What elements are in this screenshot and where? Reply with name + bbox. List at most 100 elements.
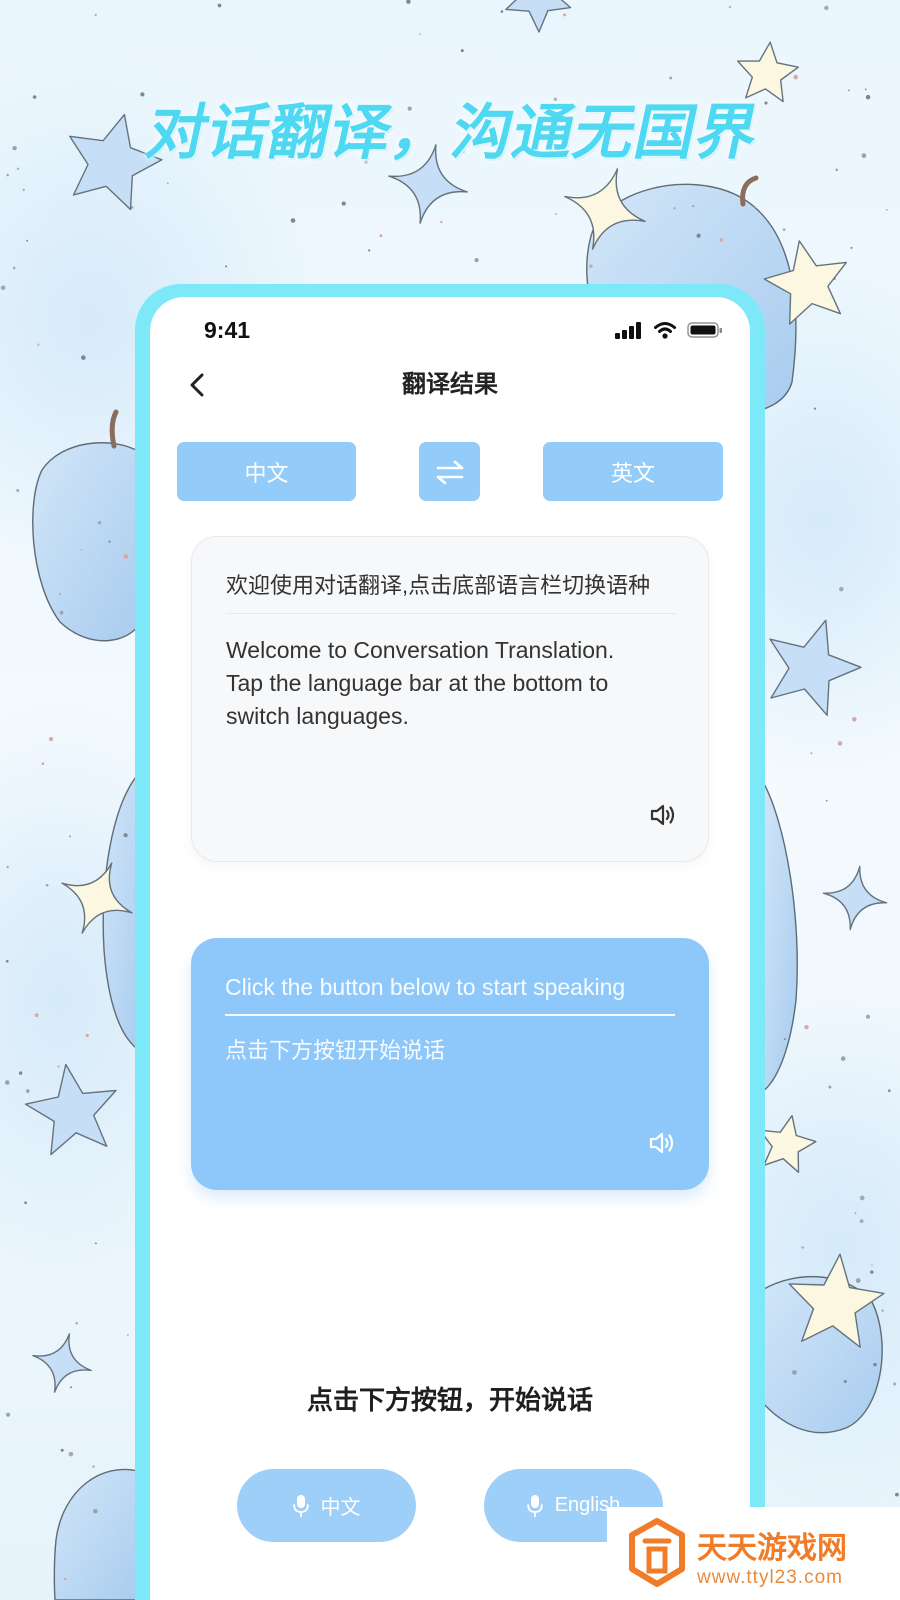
- target-language-button[interactable]: 英文: [543, 442, 723, 501]
- translation-result-card: 欢迎使用对话翻译,点击底部语言栏切换语种 Welcome to Conversa…: [191, 536, 709, 862]
- speckle-dot: [69, 835, 71, 838]
- speckle-dot: [26, 239, 29, 242]
- battery-icon: [687, 322, 722, 338]
- speckle-dot: [127, 1334, 129, 1336]
- speaker-icon[interactable]: [648, 1130, 676, 1156]
- speckle-dot: [58, 593, 61, 596]
- speckle-dot: [854, 1212, 857, 1215]
- signal-icon: [615, 322, 641, 339]
- speckle-dot: [34, 1013, 39, 1018]
- speckle-dot: [5, 959, 9, 963]
- speckle-dot: [80, 548, 83, 551]
- speckle-dot: [783, 1038, 786, 1040]
- speckle-dot: [824, 5, 829, 11]
- mic-button-chinese[interactable]: 中文: [237, 1469, 416, 1542]
- speckle-dot: [840, 1056, 846, 1061]
- speckle-dot: [123, 833, 128, 838]
- speak-prompt: 点击下方按钮，开始说话: [306, 1385, 593, 1415]
- speckle-dot: [589, 264, 593, 269]
- speaker-icon[interactable]: [649, 802, 677, 828]
- speckle-dot: [368, 249, 371, 252]
- speckle-dot: [93, 1508, 98, 1514]
- wifi-icon: [654, 322, 676, 339]
- status-icons: [615, 321, 723, 339]
- speckle-dot: [673, 207, 676, 210]
- speech-input-card: Click the button below to start speaking…: [191, 938, 709, 1190]
- watermark-name: 天天游戏网: [697, 1532, 847, 1565]
- speckle-dot: [18, 1071, 23, 1075]
- speckle-dot: [75, 1321, 78, 1325]
- speckle-dot: [92, 1465, 95, 1468]
- speckle-dot: [719, 238, 724, 242]
- speckle-dot: [865, 94, 871, 100]
- speckle-dot: [94, 1242, 97, 1245]
- speckle-dot: [474, 258, 479, 263]
- speckle-dot: [810, 752, 813, 755]
- speckle-dot: [885, 209, 888, 211]
- speckle-dot: [754, 206, 757, 209]
- card-divider: [226, 613, 676, 614]
- speckle-dot: [865, 1014, 871, 1019]
- speckle-dot: [554, 213, 557, 215]
- speckle-dot: [123, 554, 129, 559]
- speckle-dot: [801, 1246, 804, 1249]
- watermark: 天天游戏网 www.ttyl23.com: [607, 1507, 900, 1600]
- speckle-dot: [81, 355, 86, 360]
- cube-logo-icon: [629, 1518, 685, 1587]
- microphone-icon: [526, 1494, 543, 1517]
- speckle-dot: [843, 1380, 847, 1383]
- speckle-dot: [728, 5, 732, 9]
- speckle-dot: [847, 89, 851, 92]
- microphone-icon: [292, 1494, 309, 1517]
- speckle-dot: [859, 1195, 865, 1201]
- speckle-dot: [859, 1219, 864, 1223]
- source-language-button[interactable]: 中文: [177, 442, 356, 501]
- speckle-dot: [460, 49, 464, 53]
- speckle-dot: [290, 218, 296, 223]
- status-time: 9:41: [204, 317, 251, 343]
- speckle-dot: [825, 799, 828, 802]
- speckle-dot: [873, 1362, 877, 1367]
- swap-languages-button[interactable]: [419, 442, 480, 501]
- speckle-dot: [22, 188, 25, 192]
- speckle-dot: [804, 1024, 809, 1030]
- watermark-url: www.ttyl23.com: [697, 1567, 843, 1588]
- speckle-dot: [85, 1033, 89, 1038]
- speckle-dot: [167, 182, 169, 185]
- speckle-dot: [37, 343, 40, 346]
- swap-icon: [436, 460, 463, 484]
- speckle-dot: [12, 266, 16, 270]
- speckle-dot: [6, 1412, 11, 1417]
- speckle-dot: [696, 233, 701, 238]
- speckle-dot: [57, 1065, 60, 1068]
- speckle-dot: [59, 610, 64, 615]
- speckle-dot: [94, 13, 97, 17]
- speckle-dot: [225, 265, 228, 268]
- speckle-dot: [837, 741, 843, 746]
- speckle-dot: [16, 488, 20, 493]
- speckle-dot: [41, 762, 45, 766]
- speckle-dot: [0, 285, 6, 291]
- speckle-dot: [870, 1270, 874, 1274]
- speckle-dot: [341, 201, 346, 206]
- headline: 对话翻译，沟通无国界: [140, 99, 766, 166]
- speckle-dot: [828, 1085, 832, 1089]
- speckle-dot: [97, 521, 102, 525]
- speckle-dot: [881, 1309, 884, 1312]
- result-translated-text: Welcome to Conversation Translation. Tap…: [226, 637, 615, 729]
- speckle-dot: [782, 228, 786, 232]
- target-language-label: 英文: [610, 460, 655, 486]
- speckle-dot: [6, 173, 9, 177]
- speckle-dot: [669, 76, 673, 80]
- speckle-dot: [60, 1448, 64, 1452]
- speckle-dot: [864, 88, 867, 91]
- speckle-dot: [813, 407, 817, 410]
- speckle-dot: [63, 1577, 67, 1581]
- speckle-dot: [12, 145, 17, 151]
- card-divider: [225, 1014, 675, 1016]
- speckle-dot: [140, 92, 145, 97]
- speckle-dot: [895, 1492, 899, 1497]
- mic-button-label: 中文: [320, 1497, 361, 1519]
- speckle-dot: [692, 205, 695, 208]
- phone-screen: 9:41 翻译结果 中文 英文 欢迎使用对话翻译,点击底部语言栏切换语种 Wel…: [150, 297, 750, 1600]
